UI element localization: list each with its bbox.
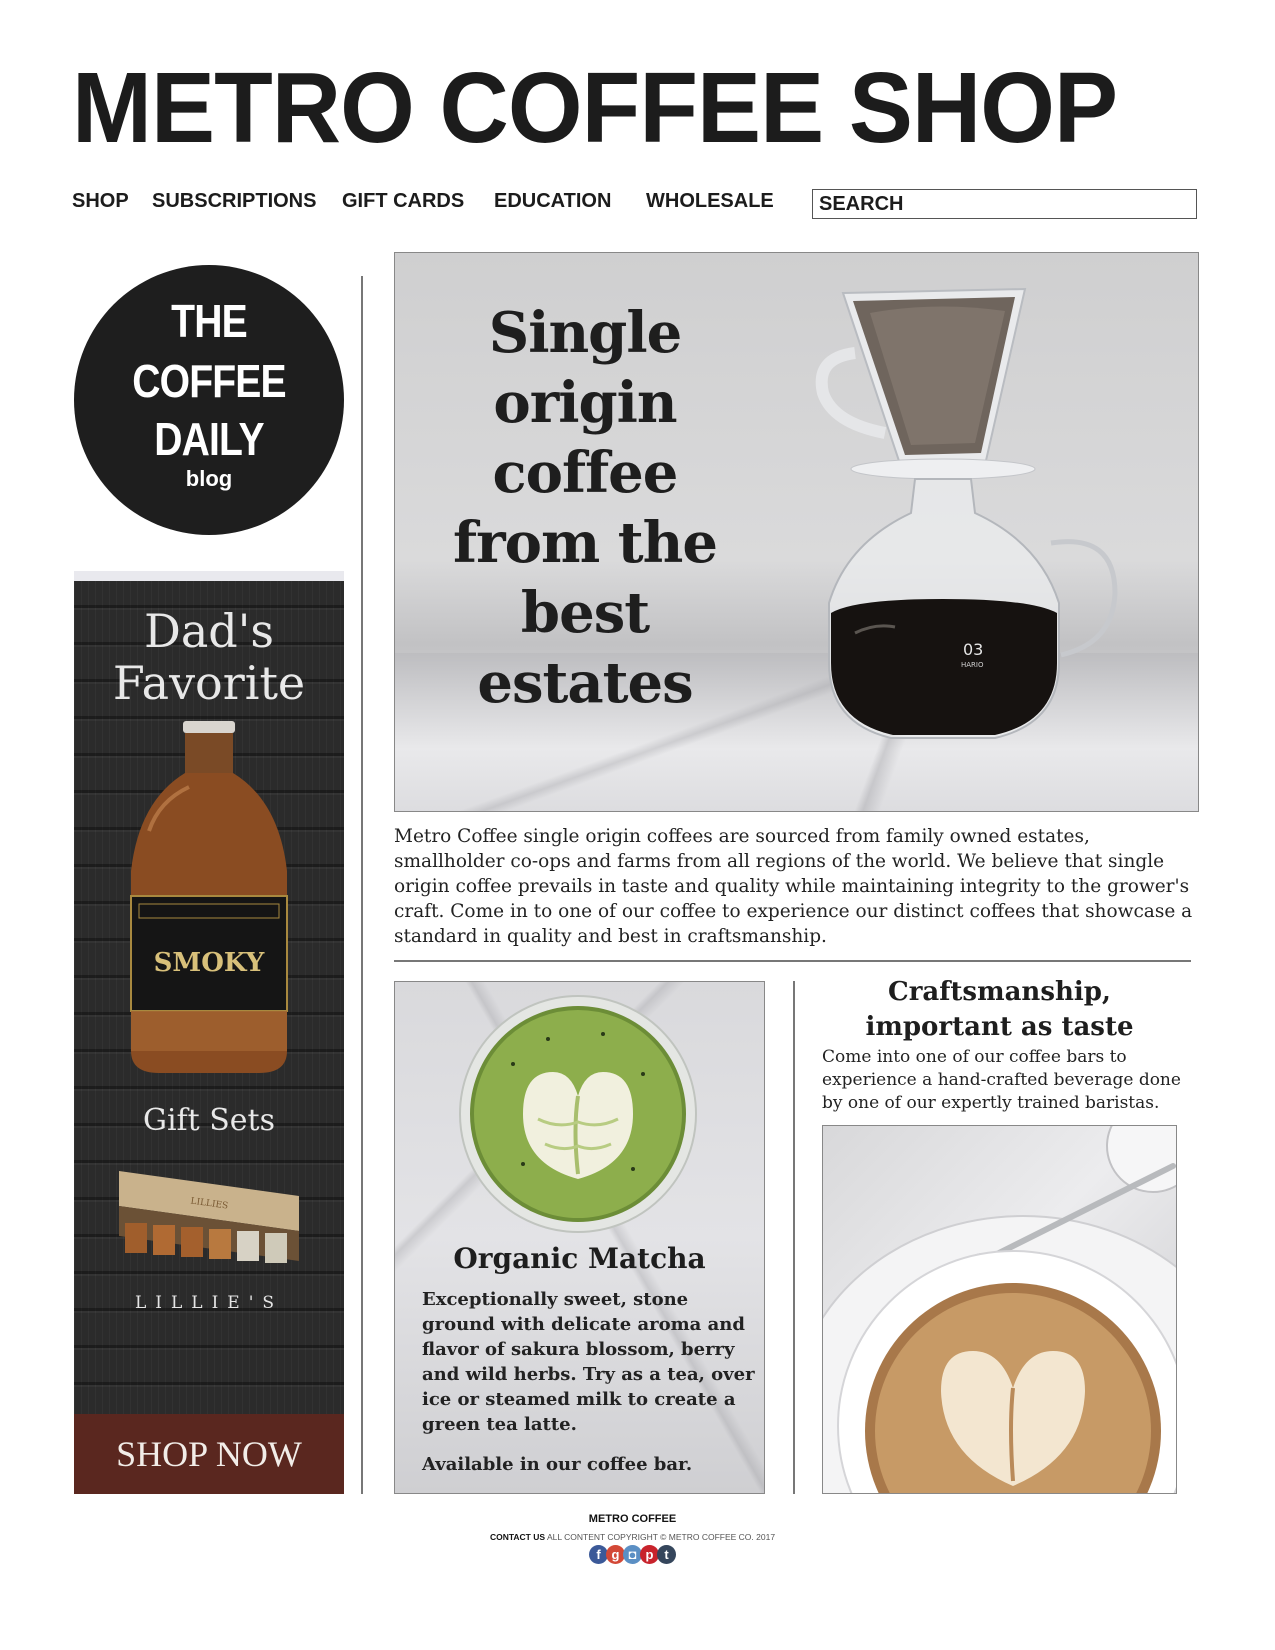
blog-badge-line-2: COFFEE <box>132 355 286 407</box>
site-title[interactable]: METRO COFFEE SHOP <box>72 58 1118 158</box>
footer-brand: METRO COFFEE <box>588 1513 677 1525</box>
section-divider <box>394 960 1191 962</box>
blog-badge-sub: blog <box>185 466 233 491</box>
ad-headline-line-2: Favorite <box>112 656 306 710</box>
blog-badge-line-3: DAILY <box>154 413 264 465</box>
bottle-label-text: SMOKY <box>154 948 265 978</box>
nav-education[interactable]: EDUCATION <box>494 190 611 213</box>
footer-copyright-line: CONTACT US ALL CONTENT COPYRIGHT © METRO… <box>0 1532 1265 1542</box>
nav-wholesale[interactable]: WHOLESALE <box>646 190 774 213</box>
nav-subscriptions[interactable]: SUBSCRIPTIONS <box>152 190 316 213</box>
craftsmanship-title: Craftsmanship, important as taste <box>865 977 1134 1042</box>
matcha-card[interactable]: Organic Matcha Exceptionally sweet, ston… <box>394 981 765 1494</box>
bottom-column-divider <box>793 981 795 1494</box>
carafe-marking: 03 <box>963 640 983 659</box>
lillies-logo: LILLIE'S <box>74 1293 344 1313</box>
smoky-bottle-image: SMOKY <box>130 721 288 1073</box>
left-column-divider <box>361 276 363 1494</box>
ad-shop-now-button[interactable]: SHOP NOW <box>74 1414 344 1494</box>
craftsmanship-description: Come into one of our coffee bars to expe… <box>822 1047 1181 1113</box>
carafe-brand: HARIO <box>961 661 984 669</box>
tumblr-icon[interactable]: t <box>657 1545 676 1564</box>
hero-banner[interactable]: 03 HARIO Single origin coffee from the b… <box>394 252 1199 812</box>
search-input[interactable] <box>812 189 1197 219</box>
ad-banner[interactable]: Dad's Favorite SMOKY Gift Sets LILLIES L… <box>74 571 344 1494</box>
gift-set-image: LILLIES <box>119 1171 299 1263</box>
footer-contact-link[interactable]: CONTACT US <box>490 1532 545 1542</box>
social-links: f g ◘ p t <box>0 1545 1265 1564</box>
pour-over-carafe-image: 03 HARIO <box>815 287 1118 739</box>
hero-headline: Single origin coffee from the best estat… <box>453 300 718 716</box>
matcha-title: Organic Matcha <box>453 1242 706 1275</box>
blog-badge-line-1: THE <box>171 295 247 347</box>
matcha-latte-image <box>459 995 697 1233</box>
matcha-description: Exceptionally sweet, stone ground with d… <box>422 1289 755 1435</box>
ad-gift-sets: Gift Sets <box>142 1103 275 1138</box>
matcha-availability: Available in our coffee bar. <box>422 1454 693 1475</box>
lillies-logo-text: LILLIE'S <box>134 1293 284 1313</box>
ad-headline-line-1: Dad's <box>143 604 274 658</box>
ad-top-strip <box>74 571 344 581</box>
blog-badge[interactable]: THE COFFEE DAILY blog <box>74 265 344 535</box>
nav-shop[interactable]: SHOP <box>72 190 129 213</box>
footer-copyright: ALL CONTENT COPYRIGHT © METRO COFFEE CO.… <box>546 1532 776 1542</box>
nav-gift-cards[interactable]: GIFT CARDS <box>342 190 464 213</box>
latte-art-photo[interactable] <box>822 1125 1177 1494</box>
latte-cup-image <box>823 1126 1176 1493</box>
hero-description: Metro Coffee single origin coffees are s… <box>394 826 1193 947</box>
